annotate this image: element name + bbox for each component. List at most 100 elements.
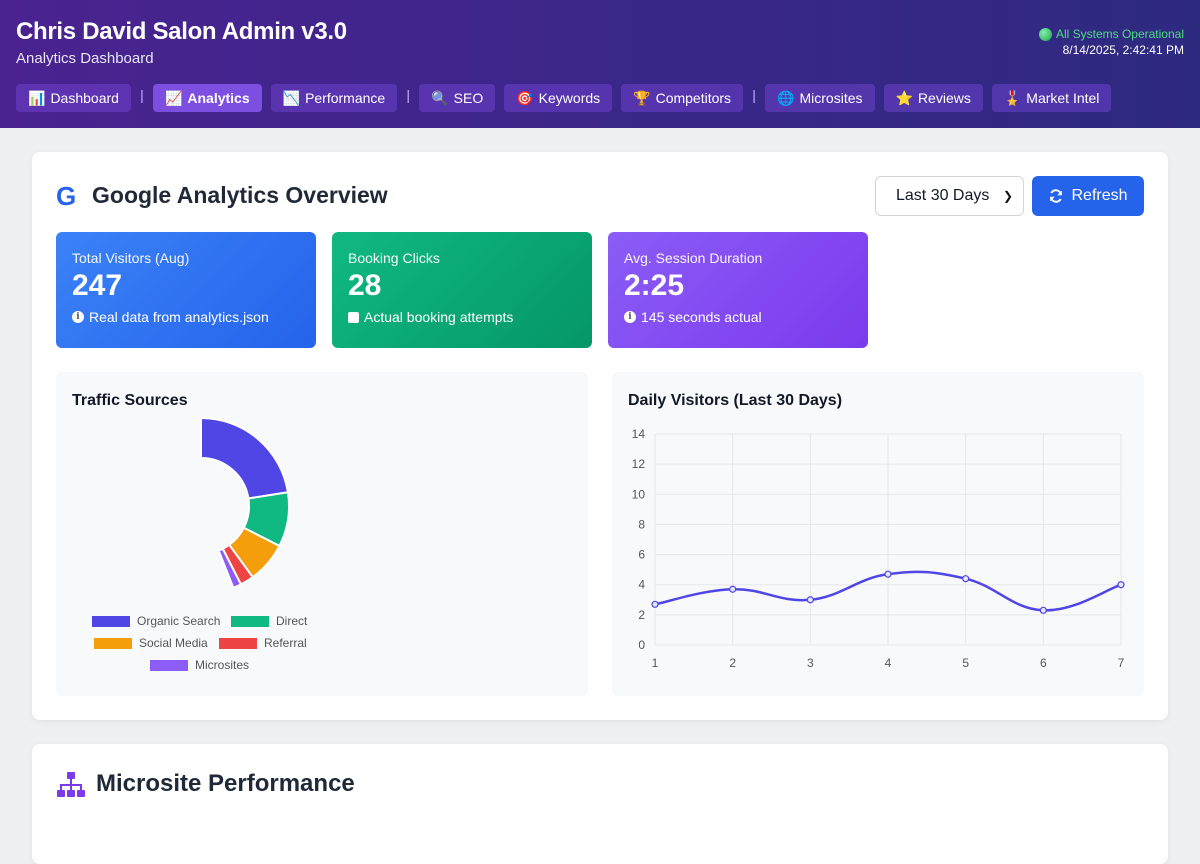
nav-competitors[interactable]: 🏆 Competitors [621, 84, 744, 112]
data-point[interactable] [729, 585, 737, 593]
legend-label: Microsites [195, 658, 250, 672]
nav-keywords[interactable]: 🎯 Keywords [504, 84, 613, 112]
data-point[interactable] [1117, 581, 1125, 589]
daily-visitors-panel: Daily Visitors (Last 30 Days) 0 2 4 6 8 10 12 1… [612, 372, 1144, 696]
nav-label: Keywords [538, 90, 601, 106]
y-tick-label: 10 [632, 487, 646, 501]
x-tick-label: 2 [729, 656, 736, 670]
y-tick-label: 0 [638, 638, 645, 652]
x-tick-label: 7 [1118, 656, 1125, 670]
analytics-overview-card: G Google Analytics Overview Last 30 Days… [32, 152, 1168, 720]
stat-card-session: Avg. Session Duration 2:25 i 145 seconds … [608, 232, 868, 348]
data-point[interactable] [806, 596, 814, 604]
trophy-icon: 🏆 [633, 89, 651, 106]
y-tick-label: 8 [638, 517, 645, 531]
google-icon: G [56, 181, 77, 211]
stat-note: i Real data from analytics.json [72, 309, 300, 325]
sitemap-icon [57, 772, 85, 797]
nav-label: Reviews [917, 90, 971, 106]
nav-label: Performance [305, 90, 386, 106]
date-range-value: Last 30 Days [896, 187, 990, 204]
nav-label: Microsites [799, 90, 863, 106]
app-subtitle: Analytics Dashboard [16, 50, 154, 67]
microsite-performance-card: Microsite Performance [32, 744, 1168, 864]
pie-legend: Organic Search Direct Social Media Referral… [56, 372, 588, 696]
legend-item[interactable]: Referral [219, 636, 307, 650]
microsite-performance-title: Microsite Performance [96, 770, 355, 797]
nav-separator: | [140, 87, 144, 103]
globe-icon: 🌐 [777, 89, 795, 106]
x-tick-label: 3 [807, 656, 814, 670]
legend-swatch [231, 615, 269, 627]
nav-label: SEO [453, 90, 484, 106]
nav-dashboard[interactable]: 📊 Dashboard [16, 84, 131, 112]
x-tick-label: 4 [885, 656, 892, 670]
app-header: Chris David Salon Admin v3.0 Analytics D… [0, 0, 1200, 128]
chevron-down-icon: ❯ [1002, 189, 1013, 203]
info-icon: i [72, 311, 84, 323]
stat-label: Avg. Session Duration [624, 250, 763, 266]
data-point[interactable] [884, 570, 892, 578]
nav-label: Analytics [187, 90, 250, 106]
medal-icon: 🎖️ [1003, 89, 1022, 106]
refresh-icon [1050, 189, 1063, 203]
nav-analytics[interactable]: 📈 Analytics [152, 84, 262, 112]
stat-note-text: 145 seconds actual [641, 309, 762, 325]
legend-swatch [94, 637, 132, 649]
app-title: Chris David Salon Admin v3.0 [16, 18, 347, 45]
legend-label: Direct [276, 614, 308, 628]
nav-seo[interactable]: 🔍 SEO [419, 84, 496, 112]
nav-label: Competitors [655, 90, 732, 106]
stat-card-visitors: Total Visitors (Aug) 247 i Real data from… [56, 232, 316, 348]
status-dot-icon [1038, 27, 1052, 41]
data-point[interactable] [651, 600, 659, 608]
stat-card-bookings: Booking Clicks 28 Actual booking attempt… [332, 232, 592, 348]
data-point[interactable] [1039, 606, 1047, 614]
data-point[interactable] [962, 575, 970, 583]
stat-note: Actual booking attempts [348, 309, 576, 325]
y-tick-label: 6 [638, 548, 645, 562]
target-icon: 🎯 [516, 89, 534, 106]
star-icon: ⭐ [895, 89, 913, 106]
legend-item[interactable]: Microsites [150, 658, 249, 672]
stat-value: 247 [72, 269, 123, 302]
nav-performance[interactable]: 📉 Performance [270, 84, 398, 112]
legend-swatch [92, 615, 130, 627]
date-range-select[interactable]: Last 30 Days ❯ [875, 176, 1024, 216]
x-tick-label: 5 [962, 656, 969, 670]
overview-title: Google Analytics Overview [92, 182, 388, 208]
legend-swatch [219, 637, 257, 649]
status-text: All Systems Operational [1055, 27, 1184, 41]
nav-separator: | [406, 87, 411, 103]
refresh-label: Refresh [1071, 187, 1128, 204]
x-tick-label: 1 [652, 656, 659, 670]
timestamp: 8/14/2025, 2:42:41 PM [1062, 43, 1184, 57]
y-tick-label: 2 [638, 608, 645, 622]
nav-reviews[interactable]: ⭐ Reviews [883, 84, 983, 112]
y-tick-label: 14 [632, 427, 646, 441]
nav-microsites[interactable]: 🌐 Microsites [765, 84, 875, 112]
system-status: All Systems Operational 8/14/2025, 2:42:… [1038, 26, 1184, 58]
legend-item[interactable]: Organic Search [92, 614, 220, 628]
stat-note-text: Actual booking attempts [364, 309, 514, 325]
trend-down-icon: 📉 [282, 89, 301, 106]
magnifier-icon: 🔍 [431, 89, 449, 106]
legend-item[interactable]: Social Media [94, 636, 208, 650]
calendar-check-icon [348, 311, 359, 323]
refresh-button[interactable]: Refresh [1032, 176, 1144, 216]
stat-label: Booking Clicks [348, 250, 440, 266]
nav-label: Market Intel [1026, 90, 1100, 106]
traffic-sources-panel: Traffic Sources Organic Search Direct Soci… [56, 372, 588, 696]
legend-item[interactable]: Direct [231, 614, 307, 628]
stat-value: 28 [348, 269, 382, 302]
stat-label: Total Visitors (Aug) [72, 250, 190, 266]
info-icon: i [624, 311, 636, 323]
legend-label: Social Media [139, 636, 208, 650]
nav-market-intel[interactable]: 🎖️ Market Intel [991, 84, 1112, 112]
stat-note: i 145 seconds actual [624, 309, 852, 325]
bar-chart-icon: 📊 [28, 89, 46, 106]
x-tick-label: 6 [1040, 656, 1047, 670]
legend-label: Organic Search [137, 614, 221, 628]
nav-label: Dashboard [50, 90, 119, 106]
legend-swatch [150, 659, 188, 671]
